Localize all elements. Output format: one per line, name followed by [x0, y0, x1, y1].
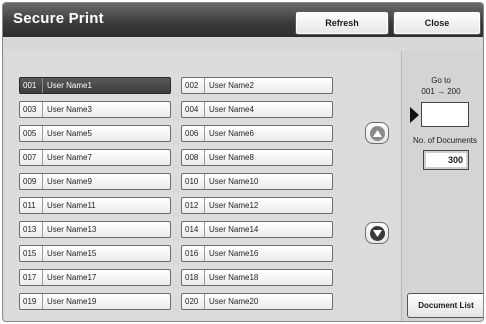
user-name: User Name1: [47, 81, 92, 90]
user-button[interactable]: 014 User Name14: [181, 221, 333, 238]
user-name: User Name10: [209, 177, 259, 186]
user-number: 004: [182, 102, 205, 117]
user-name: User Name15: [47, 249, 97, 258]
user-number: 018: [182, 270, 205, 285]
user-button[interactable]: 009 User Name9: [19, 173, 171, 190]
user-button[interactable]: 012 User Name12: [181, 197, 333, 214]
user-name: User Name6: [209, 129, 254, 138]
user-button[interactable]: 003 User Name3: [19, 101, 171, 118]
user-number: 011: [20, 198, 43, 213]
user-button[interactable]: 013 User Name13: [19, 221, 171, 238]
user-number: 019: [20, 294, 43, 309]
documents-count-value: 300: [423, 150, 469, 170]
user-button[interactable]: 016 User Name16: [181, 245, 333, 262]
user-number: 016: [182, 246, 205, 261]
refresh-button[interactable]: Refresh: [295, 11, 389, 35]
user-number: 010: [182, 174, 205, 189]
user-name: User Name11: [47, 201, 96, 210]
user-name: User Name3: [47, 105, 92, 114]
user-name: User Name17: [47, 273, 97, 282]
user-button[interactable]: 019 User Name19: [19, 293, 171, 310]
chevron-down-icon: [369, 225, 385, 241]
user-button[interactable]: 010 User Name10: [181, 173, 333, 190]
user-number: 008: [182, 150, 205, 165]
user-button[interactable]: 011 User Name11: [19, 197, 171, 214]
user-button[interactable]: 020 User Name20: [181, 293, 333, 310]
page-title: Secure Print: [13, 10, 104, 27]
user-name: User Name12: [209, 201, 259, 210]
pointer-arrow-icon: [410, 107, 419, 123]
user-name: User Name9: [47, 177, 92, 186]
user-button[interactable]: 015 User Name15: [19, 245, 171, 262]
user-name: User Name5: [47, 129, 92, 138]
user-button[interactable]: 017 User Name17: [19, 269, 171, 286]
chevron-up-icon: [369, 125, 385, 141]
user-name: User Name16: [209, 249, 259, 258]
document-list-button[interactable]: Document List: [407, 293, 483, 318]
user-number: 009: [20, 174, 43, 189]
user-number: 001: [20, 78, 43, 93]
user-number: 020: [182, 294, 205, 309]
user-button[interactable]: 004 User Name4: [181, 101, 333, 118]
secure-print-screen: Secure Print Refresh Close 001 User Name1…: [2, 2, 484, 322]
scroll-up-button[interactable]: [365, 122, 389, 144]
user-name: User Name8: [209, 153, 254, 162]
goto-label-title: Go to: [431, 76, 451, 85]
user-button[interactable]: 002 User Name2: [181, 77, 333, 94]
user-number: 014: [182, 222, 205, 237]
user-number: 012: [182, 198, 205, 213]
user-name: User Name7: [47, 153, 92, 162]
user-number: 007: [20, 150, 43, 165]
user-name: User Name18: [209, 273, 259, 282]
goto-input[interactable]: [421, 102, 469, 127]
user-button[interactable]: 007 User Name7: [19, 149, 171, 166]
scroll-down-button[interactable]: [365, 222, 389, 244]
user-name: User Name4: [209, 105, 254, 114]
user-number: 013: [20, 222, 43, 237]
user-button[interactable]: 001 User Name1: [19, 77, 171, 94]
user-number: 003: [20, 102, 43, 117]
user-name: User Name19: [47, 297, 97, 306]
title-bar: Secure Print Refresh Close: [3, 3, 483, 37]
user-number: 002: [182, 78, 205, 93]
user-name: User Name14: [209, 225, 259, 234]
user-button[interactable]: 018 User Name18: [181, 269, 333, 286]
user-name: User Name20: [209, 297, 259, 306]
user-number: 015: [20, 246, 43, 261]
user-number: 005: [20, 126, 43, 141]
close-button[interactable]: Close: [393, 11, 481, 35]
documents-count-label: No. of Documents: [412, 136, 478, 145]
user-button[interactable]: 008 User Name8: [181, 149, 333, 166]
user-number: 006: [182, 126, 205, 141]
goto-label-range: 001 → 200: [421, 87, 461, 96]
user-number: 017: [20, 270, 43, 285]
user-name: User Name13: [47, 225, 97, 234]
user-name: User Name2: [209, 81, 254, 90]
user-button[interactable]: 005 User Name5: [19, 125, 171, 142]
user-button[interactable]: 006 User Name6: [181, 125, 333, 142]
goto-label: Go to 001 → 200: [403, 75, 479, 97]
